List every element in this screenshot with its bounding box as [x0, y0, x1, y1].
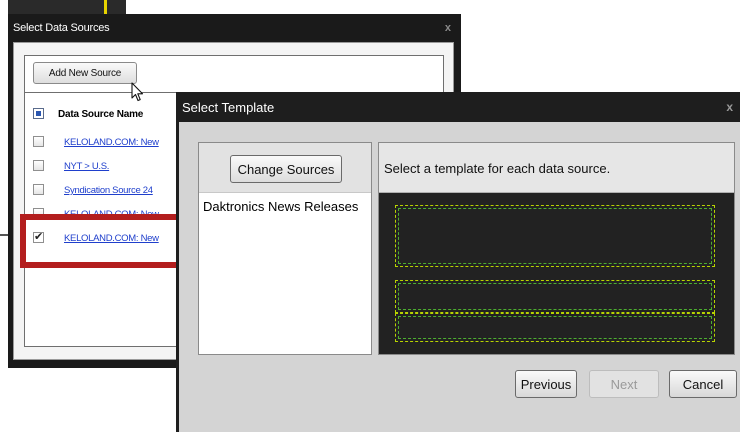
column-header-data-source-name: Data Source Name — [58, 109, 144, 120]
select-template-dialog: Select Template x Change Sources Daktron… — [176, 92, 740, 432]
close-icon[interactable]: x — [445, 22, 451, 34]
cancel-button[interactable]: Cancel — [669, 370, 737, 398]
window-title: Select Data Sources — [13, 22, 110, 34]
selected-row-highlight — [20, 214, 190, 268]
mouse-pointer-icon — [131, 82, 144, 102]
window-edge-mark — [0, 234, 8, 236]
previous-button[interactable]: Previous — [515, 370, 577, 398]
template-instructions: Select a template for each data source. — [384, 161, 611, 176]
row-checkbox[interactable] — [33, 160, 44, 171]
change-sources-button[interactable]: Change Sources — [230, 155, 342, 183]
template-panel-header: Select a template for each data source. — [379, 143, 734, 193]
source-list-item[interactable]: Daktronics News Releases — [203, 199, 358, 214]
row-checkbox[interactable] — [33, 136, 44, 147]
template-zone[interactable] — [395, 280, 715, 313]
background-window-strip — [8, 0, 126, 14]
template-preview-panel: Select a template for each data source. — [378, 142, 735, 355]
template-dialog-body: Change Sources Daktronics News Releases … — [179, 122, 740, 432]
row-checkbox[interactable] — [33, 184, 44, 195]
select-all-checkbox[interactable] — [33, 108, 44, 119]
source-list-header: Change Sources — [199, 143, 371, 193]
data-source-link[interactable]: KELOLAND.COM: New — [64, 137, 159, 148]
data-source-link[interactable]: Syndication Source 24 — [64, 185, 153, 196]
next-button[interactable]: Next — [589, 370, 659, 398]
dialog-title: Select Template — [182, 100, 275, 115]
template-zone[interactable] — [395, 205, 715, 267]
close-icon[interactable]: x — [726, 100, 733, 114]
add-new-source-button[interactable]: Add New Source — [33, 62, 137, 84]
template-zone[interactable] — [395, 313, 715, 342]
source-list-panel: Change Sources Daktronics News Releases — [198, 142, 372, 355]
yellow-accent — [104, 0, 107, 14]
data-source-link[interactable]: NYT > U.S. — [64, 161, 109, 172]
